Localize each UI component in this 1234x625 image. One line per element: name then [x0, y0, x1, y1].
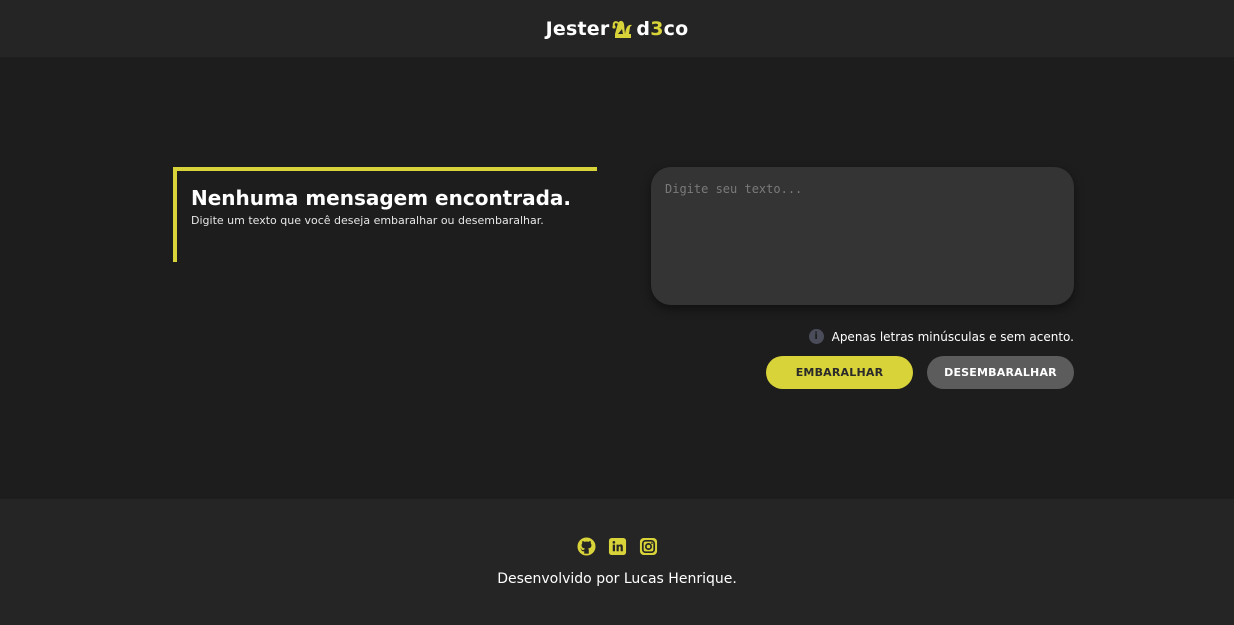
- logo-text-accent: 3: [650, 17, 664, 40]
- social-links: [0, 537, 1234, 556]
- jester-hat-icon: [612, 19, 634, 39]
- message-title: Nenhuma mensagem encontrada.: [191, 186, 572, 210]
- instagram-icon[interactable]: [639, 537, 658, 556]
- logo-text-right: co: [663, 17, 689, 40]
- hint-text: Apenas letras minúsculas e sem acento.: [831, 329, 1074, 344]
- logo: Jester d 3 co: [546, 18, 689, 40]
- footer-credit: Desenvolvido por Lucas Henrique.: [497, 571, 737, 587]
- info-icon: i: [808, 329, 824, 344]
- message-subtitle: Digite um texto que você deseja embaralh…: [191, 214, 544, 227]
- logo-text-left: Jester: [545, 17, 610, 40]
- accent-divider: [177, 167, 597, 171]
- main-content: Nenhuma mensagem encontrada. Digite um t…: [0, 57, 1234, 499]
- decrypt-button[interactable]: DESEMBARALHAR: [927, 356, 1074, 389]
- logo-text-mid: d: [636, 17, 651, 40]
- footer: Desenvolvido por Lucas Henrique.: [0, 499, 1234, 625]
- text-input[interactable]: [651, 167, 1074, 305]
- encrypt-button[interactable]: EMBARALHAR: [766, 356, 913, 389]
- github-icon[interactable]: [576, 537, 596, 556]
- empty-message-panel: Nenhuma mensagem encontrada. Digite um t…: [173, 167, 597, 262]
- top-bar: Jester d 3 co: [0, 0, 1234, 57]
- input-hint: i Apenas letras minúsculas e sem acento.: [808, 329, 1074, 344]
- linkedin-icon[interactable]: [608, 537, 627, 556]
